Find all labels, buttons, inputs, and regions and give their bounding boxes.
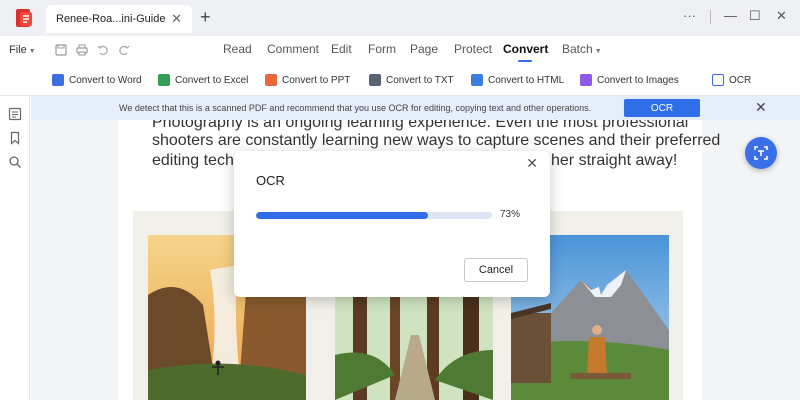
ppt-icon (265, 74, 277, 86)
menu-page[interactable]: Page (410, 42, 438, 56)
file-menu-label: File (9, 44, 27, 56)
print-icon[interactable] (75, 43, 89, 57)
ocr-progress-percent: 73% (500, 209, 521, 220)
ocr-toolbar-button[interactable]: OCR (712, 73, 751, 87)
convert-to-txt-button[interactable]: Convert to TXT (369, 73, 454, 87)
menu-convert[interactable]: Convert (503, 42, 548, 56)
txt-icon (369, 74, 381, 86)
ocr-progress-bar (256, 212, 492, 219)
floating-ocr-button[interactable] (745, 137, 777, 169)
menu-protect[interactable]: Protect (454, 42, 492, 56)
convert-to-ppt-label: Convert to PPT (282, 74, 351, 86)
app-logo-icon (16, 9, 32, 27)
convert-to-images-label: Convert to Images (597, 74, 679, 86)
dialog-close-icon[interactable]: ✕ (526, 155, 538, 172)
word-icon (52, 74, 64, 86)
window-controls-divider (710, 10, 711, 24)
ocr-icon (712, 74, 724, 86)
menu-comment[interactable]: Comment (267, 42, 319, 56)
ocr-toolbar-label: OCR (729, 74, 752, 86)
document-text-line: shooters are constantly learning new way… (152, 132, 721, 149)
document-tab[interactable]: Renee-Roa...ini-Guide ✕ (46, 5, 192, 33)
banner-ocr-button[interactable]: OCR (624, 99, 700, 117)
cancel-button[interactable]: Cancel (464, 258, 528, 282)
convert-to-txt-label: Convert to TXT (386, 74, 454, 86)
document-text-line: her straight away! (551, 152, 678, 169)
save-icon[interactable] (54, 43, 68, 57)
file-menu[interactable]: File ▼ (9, 44, 36, 56)
tab-close-icon[interactable]: ✕ (171, 11, 182, 27)
menu-read[interactable]: Read (223, 42, 252, 56)
banner-close-icon[interactable]: ✕ (755, 99, 767, 116)
chevron-down-icon: ▼ (594, 48, 602, 55)
menu-form[interactable]: Form (368, 42, 396, 56)
html-icon (471, 74, 483, 86)
ocr-recommendation-banner: We detect that this is a scanned PDF and… (31, 96, 800, 120)
thumbnails-icon[interactable] (8, 107, 22, 121)
more-options-icon[interactable]: ··· (683, 8, 696, 23)
new-tab-button[interactable]: + (200, 7, 211, 27)
convert-to-html-label: Convert to HTML (488, 74, 565, 86)
document-tab-label: Renee-Roa...ini-Guide (56, 13, 166, 25)
convert-toolbar: Convert to Word Convert to Excel Convert… (0, 64, 800, 96)
banner-message: We detect that this is a scanned PDF and… (119, 103, 592, 113)
scan-icon (754, 146, 768, 160)
active-menu-indicator (518, 60, 532, 62)
close-window-button[interactable]: ✕ (776, 8, 787, 24)
bookmark-icon[interactable] (8, 131, 22, 145)
minimize-button[interactable]: — (724, 8, 737, 23)
document-text-line: editing techn (152, 152, 243, 169)
convert-to-word-label: Convert to Word (69, 74, 142, 86)
menu-batch-label: Batch (562, 42, 593, 56)
undo-icon[interactable] (96, 43, 110, 57)
ocr-progress-fill (256, 212, 429, 219)
convert-to-excel-button[interactable]: Convert to Excel (158, 73, 248, 87)
convert-to-html-button[interactable]: Convert to HTML (471, 73, 564, 87)
images-icon (580, 74, 592, 86)
dialog-title: OCR (256, 173, 285, 188)
convert-to-word-button[interactable]: Convert to Word (52, 73, 142, 87)
search-icon[interactable] (8, 155, 22, 169)
left-sidebar (0, 96, 30, 400)
excel-icon (158, 74, 170, 86)
menu-edit[interactable]: Edit (331, 42, 352, 56)
menu-bar: File ▼ Read Comment Edit Form Page Protec… (0, 36, 800, 64)
title-bar: Renee-Roa...ini-Guide ✕ + ··· — ☐ ✕ (0, 0, 800, 36)
convert-to-images-button[interactable]: Convert to Images (580, 73, 679, 87)
convert-to-excel-label: Convert to Excel (175, 74, 249, 86)
maximize-button[interactable]: ☐ (749, 8, 761, 24)
ocr-progress-dialog: ✕ OCR 73% Cancel (234, 151, 550, 297)
menu-batch[interactable]: Batch ▼ (562, 42, 602, 56)
redo-icon[interactable] (117, 43, 131, 57)
chevron-down-icon: ▼ (28, 48, 36, 55)
convert-to-ppt-button[interactable]: Convert to PPT (265, 73, 350, 87)
